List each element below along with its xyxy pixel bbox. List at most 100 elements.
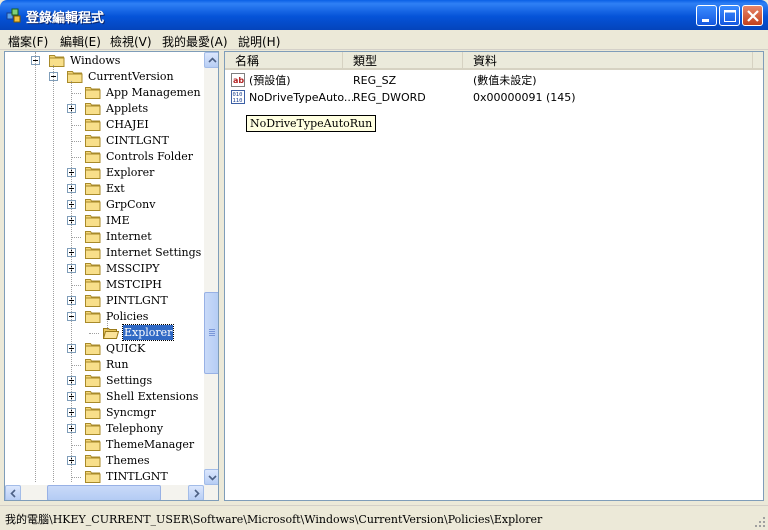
folder-icon (85, 439, 101, 451)
tree-item-label: Run (106, 358, 129, 371)
scroll-down-button[interactable] (204, 469, 218, 485)
tree-item-label: Explorer (106, 166, 155, 179)
tree-item-label: Explorer (121, 324, 175, 341)
list-header: 名稱 類型 資料 (225, 52, 763, 70)
menu-help[interactable]: 說明(H) (238, 33, 280, 50)
folder-icon (85, 311, 101, 323)
menu-favorites[interactable]: 我的最愛(A) (162, 33, 228, 50)
registry-tree[interactable]: Windows CurrentVersion App Managemen Applet… (4, 51, 219, 501)
menu-bar: 檔案(F) 編輯(E) 檢視(V) 我的最愛(A) 說明(H) (0, 30, 768, 50)
name-tooltip: NoDriveTypeAutoRun (246, 115, 377, 132)
tree-horizontal-scrollbar[interactable] (5, 485, 218, 500)
status-bar: 我的電腦\HKEY_CURRENT_USER\Software\Microsof… (0, 505, 768, 530)
folder-icon (85, 295, 101, 307)
value-type: REG_SZ (353, 74, 397, 87)
tree-guide-line (35, 52, 36, 482)
maximize-icon (724, 10, 736, 22)
tree-item-label: Internet (106, 230, 152, 243)
maximize-button[interactable] (719, 5, 740, 26)
folder-icon (85, 231, 101, 243)
scroll-thumb[interactable] (204, 292, 218, 374)
folder-icon (85, 215, 101, 227)
folder-icon (85, 167, 101, 179)
list-row[interactable]: 010 110 NoDriveTypeAuto... REG_DWORD 0x0… (225, 89, 763, 106)
folder-icon (85, 103, 101, 115)
tree-item-label: Telephony (106, 422, 164, 435)
list-row[interactable]: ab (預設值) REG_SZ (數值未設定) (225, 72, 763, 89)
column-data[interactable]: 資料 (463, 52, 753, 70)
tree-guide-line (71, 81, 72, 482)
folder-icon (85, 135, 101, 147)
folder-icon (85, 151, 101, 163)
tree-item-label: Syncmgr (106, 406, 156, 419)
menu-file[interactable]: 檔案(F) (8, 33, 48, 50)
scroll-thumb-horizontal[interactable] (47, 485, 161, 500)
scroll-up-button[interactable] (204, 52, 218, 68)
value-data: 0x00000091 (145) (473, 91, 576, 104)
tree-item-label: Ext (106, 182, 125, 195)
minimize-button[interactable] (696, 5, 717, 26)
folder-icon (85, 183, 101, 195)
tree-vertical-scrollbar[interactable] (204, 52, 218, 485)
folder-icon (85, 391, 101, 403)
minimize-icon (702, 19, 709, 22)
tree-item-label: ThemeManager (106, 438, 195, 451)
column-type[interactable]: 類型 (343, 52, 463, 70)
scroll-left-button[interactable] (5, 485, 21, 500)
string-value-icon: ab (231, 73, 245, 87)
folder-icon (85, 375, 101, 387)
folder-icon (85, 279, 101, 291)
title-bar[interactable]: 登錄編輯程式 (0, 0, 768, 30)
resize-grip-icon[interactable] (754, 516, 766, 528)
regedit-icon (6, 8, 21, 23)
chevron-right-icon (194, 489, 200, 498)
tree-item-label: MSTCIPH (106, 278, 162, 291)
tree-item-label: GrpConv (106, 198, 156, 211)
column-name[interactable]: 名稱 (225, 52, 343, 70)
folder-icon (85, 455, 101, 467)
tree-item-label: Shell Extensions (106, 390, 199, 403)
tree-item-label: Policies (106, 310, 149, 323)
tree-connector (71, 237, 81, 238)
value-data: (數值未設定) (473, 74, 537, 87)
binary-value-icon: 010 110 (231, 90, 245, 104)
tree-item-label: Windows (70, 54, 121, 67)
chevron-down-icon (208, 475, 217, 481)
tree-connector (71, 141, 81, 142)
tree-item-label: MSSCIPY (106, 262, 160, 275)
close-button[interactable] (742, 5, 763, 26)
scroll-right-button[interactable] (188, 485, 204, 500)
close-icon (747, 10, 759, 22)
chevron-left-icon (10, 489, 16, 498)
folder-icon (85, 471, 101, 483)
folder-icon (67, 71, 83, 83)
tree-connector (71, 445, 81, 446)
folder-icon (85, 343, 101, 355)
svg-text:110: 110 (233, 98, 243, 104)
tree-item-label: IME (106, 214, 130, 227)
tree-guide-line (53, 65, 54, 482)
values-list[interactable]: 名稱 類型 資料 ab (預設值) REG_SZ (數值未設定) 010 110… (224, 51, 764, 501)
tree-item-label: Themes (106, 454, 150, 467)
folder-icon (85, 263, 101, 275)
svg-text:ab: ab (233, 76, 244, 85)
tree-guide-line (107, 321, 108, 330)
folder-icon (85, 199, 101, 211)
window-title: 登錄編輯程式 (26, 11, 105, 26)
folder-icon (85, 423, 101, 435)
folder-icon (85, 247, 101, 259)
folder-icon (85, 359, 101, 371)
tree-item-label: CHAJEI (106, 118, 149, 131)
menu-view[interactable]: 檢視(V) (110, 33, 152, 50)
folder-icon (49, 55, 65, 67)
value-type: REG_DWORD (353, 91, 426, 104)
tree-item-label: PINTLGNT (106, 294, 168, 307)
tree-item-label: Controls Folder (106, 150, 194, 163)
status-path: 我的電腦\HKEY_CURRENT_USER\Software\Microsof… (5, 513, 543, 526)
chevron-up-icon (208, 57, 217, 63)
folder-icon (85, 119, 101, 131)
tree-item-label: CurrentVersion (88, 70, 174, 83)
tree-connector (71, 477, 81, 478)
menu-edit[interactable]: 編輯(E) (60, 33, 101, 50)
folder-open-icon (103, 328, 119, 339)
